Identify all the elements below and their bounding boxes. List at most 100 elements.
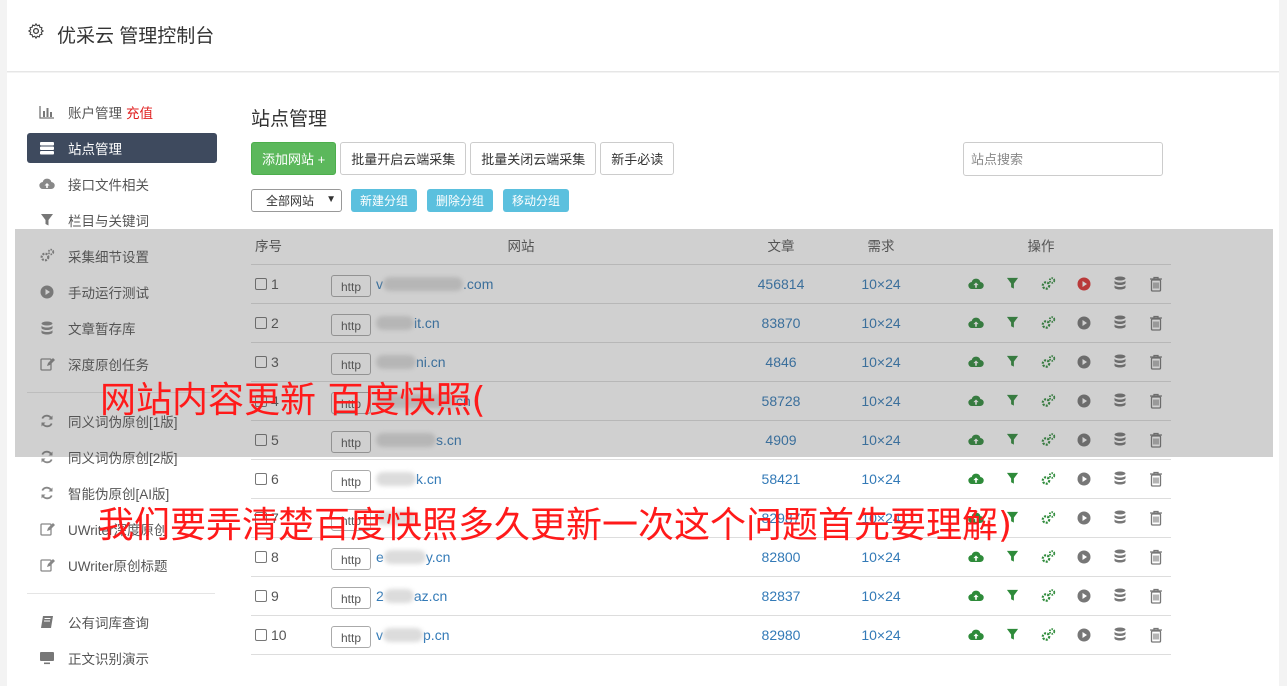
batch-close-button[interactable]: 批量关闭云端采集: [470, 142, 597, 175]
gear-icon[interactable]: [27, 22, 45, 40]
edit-icon: [39, 557, 55, 573]
toolbar: 添加网站 + 批量开启云端采集 批量关闭云端采集 新手必读: [251, 142, 675, 175]
sidebar-item-lexicon[interactable]: 公有词库查询: [27, 604, 217, 640]
cloud-upload-icon: [39, 176, 55, 192]
main-content: 站点管理 添加网站 + 批量开启云端采集 批量关闭云端采集 新手必读 全部网站 …: [251, 100, 1171, 654]
domain-prefix: v: [376, 626, 384, 643]
demand-value[interactable]: 10×24: [851, 576, 911, 615]
domain-suffix: p.cn: [423, 626, 450, 643]
database-icon[interactable]: [1111, 509, 1129, 527]
sidebar-item-sites[interactable]: 站点管理: [27, 133, 217, 163]
filter-icon[interactable]: [1003, 587, 1021, 605]
table-row: 9 http 2 az.cn 82837 10×24: [251, 576, 1171, 615]
sidebar-item-account[interactable]: 账户管理 充值: [27, 94, 217, 130]
trash-icon[interactable]: [1147, 587, 1165, 605]
row-checkbox[interactable]: [255, 589, 267, 602]
filter-icon[interactable]: [1003, 470, 1021, 488]
row-number: 10: [271, 626, 287, 643]
database-icon[interactable]: [1111, 626, 1129, 644]
site-domain-link[interactable]: k.cn: [376, 471, 442, 487]
play-icon[interactable]: [1075, 587, 1093, 605]
top-bar: 优采云 管理控制台: [7, 0, 1279, 72]
batch-open-button[interactable]: 批量开启云端采集: [340, 142, 467, 175]
redacted-block: [383, 627, 424, 642]
http-badge: http: [331, 547, 372, 570]
cloud-upload-icon[interactable]: [967, 626, 985, 644]
cogs-icon[interactable]: [1039, 587, 1057, 605]
guide-button[interactable]: 新手必读: [600, 142, 675, 175]
bar-chart-icon: [39, 104, 55, 120]
play-icon[interactable]: [1075, 470, 1093, 488]
site-cell: http k.cn: [331, 459, 711, 498]
sidebar-item-label: 站点管理: [68, 142, 122, 157]
recharge-link[interactable]: 充值: [126, 102, 153, 122]
cloud-upload-icon[interactable]: [967, 548, 985, 566]
filter-icon[interactable]: [1003, 548, 1021, 566]
domain-prefix: 2: [376, 587, 384, 604]
group-select-value: 全部网站: [266, 194, 315, 208]
domain-suffix: az.cn: [413, 587, 448, 604]
play-icon[interactable]: [1075, 548, 1093, 566]
cogs-icon[interactable]: [1039, 470, 1057, 488]
ops-cell: [911, 615, 1171, 654]
filter-icon: [39, 212, 55, 228]
page-title: 站点管理: [251, 109, 328, 130]
row-number-cell: 10: [251, 615, 331, 654]
cogs-icon[interactable]: [1039, 626, 1057, 644]
cloud-upload-icon[interactable]: [967, 470, 985, 488]
article-count[interactable]: 82837: [711, 576, 851, 615]
trash-icon[interactable]: [1147, 509, 1165, 527]
http-badge: http: [331, 586, 372, 609]
ops-cell: [911, 459, 1171, 498]
trash-icon[interactable]: [1147, 470, 1165, 488]
filter-icon[interactable]: [1003, 626, 1021, 644]
article-count[interactable]: 58421: [711, 459, 851, 498]
row-number-cell: 9: [251, 576, 331, 615]
demand-value[interactable]: 10×24: [851, 615, 911, 654]
database-icon[interactable]: [1111, 470, 1129, 488]
overlay-caption-2: 我们要弄清楚百度快照多久更新一次这个问题首先要理解): [98, 505, 1013, 546]
edit-icon: [39, 521, 55, 537]
redacted-block: [376, 471, 417, 486]
row-number: 9: [271, 587, 279, 604]
move-group-button[interactable]: 移动分组: [503, 189, 570, 212]
database-icon[interactable]: [1111, 587, 1129, 605]
sidebar-item-interface[interactable]: 接口文件相关: [27, 166, 217, 202]
play-icon[interactable]: [1075, 626, 1093, 644]
trash-icon[interactable]: [1147, 548, 1165, 566]
row-number-cell: 6: [251, 459, 331, 498]
site-domain-link[interactable]: e y.cn: [376, 549, 450, 565]
sidebar-item-label: 接口文件相关: [68, 178, 149, 193]
demand-value[interactable]: 10×24: [851, 459, 911, 498]
delete-group-button[interactable]: 删除分组: [427, 189, 494, 212]
site-domain-link[interactable]: v p.cn: [376, 627, 449, 643]
site-search-input[interactable]: [963, 142, 1163, 176]
http-badge: http: [331, 469, 372, 492]
monitor-icon: [39, 650, 55, 666]
article-count[interactable]: 82980: [711, 615, 851, 654]
domain-suffix: y.cn: [425, 548, 451, 565]
row-checkbox[interactable]: [255, 550, 267, 563]
sidebar-item-uwriter-title[interactable]: UWriter原创标题: [27, 547, 217, 583]
sidebar-item-text-recognition[interactable]: 正文识别演示: [27, 640, 217, 676]
site-cell: http v p.cn: [331, 615, 711, 654]
database-icon[interactable]: [1111, 548, 1129, 566]
book-icon: [39, 614, 55, 630]
add-site-button[interactable]: 添加网站 +: [251, 142, 337, 175]
row-checkbox[interactable]: [255, 628, 267, 641]
trash-icon[interactable]: [1147, 626, 1165, 644]
sidebar-item-label: 正文识别演示: [68, 652, 149, 667]
site-domain-link[interactable]: 2 az.cn: [376, 588, 447, 604]
app-title: 优采云 管理控制台: [57, 26, 215, 47]
cogs-icon[interactable]: [1039, 548, 1057, 566]
cogs-icon[interactable]: [1039, 509, 1057, 527]
row-checkbox[interactable]: [255, 472, 267, 485]
server-icon: [39, 140, 55, 156]
ops-cell: [911, 576, 1171, 615]
chevron-down-icon: ▼: [326, 194, 336, 205]
group-select[interactable]: 全部网站 ▼: [251, 189, 342, 212]
play-icon[interactable]: [1075, 509, 1093, 527]
cloud-upload-icon[interactable]: [967, 587, 985, 605]
new-group-button[interactable]: 新建分组: [351, 189, 418, 212]
redacted-block: [383, 549, 426, 564]
